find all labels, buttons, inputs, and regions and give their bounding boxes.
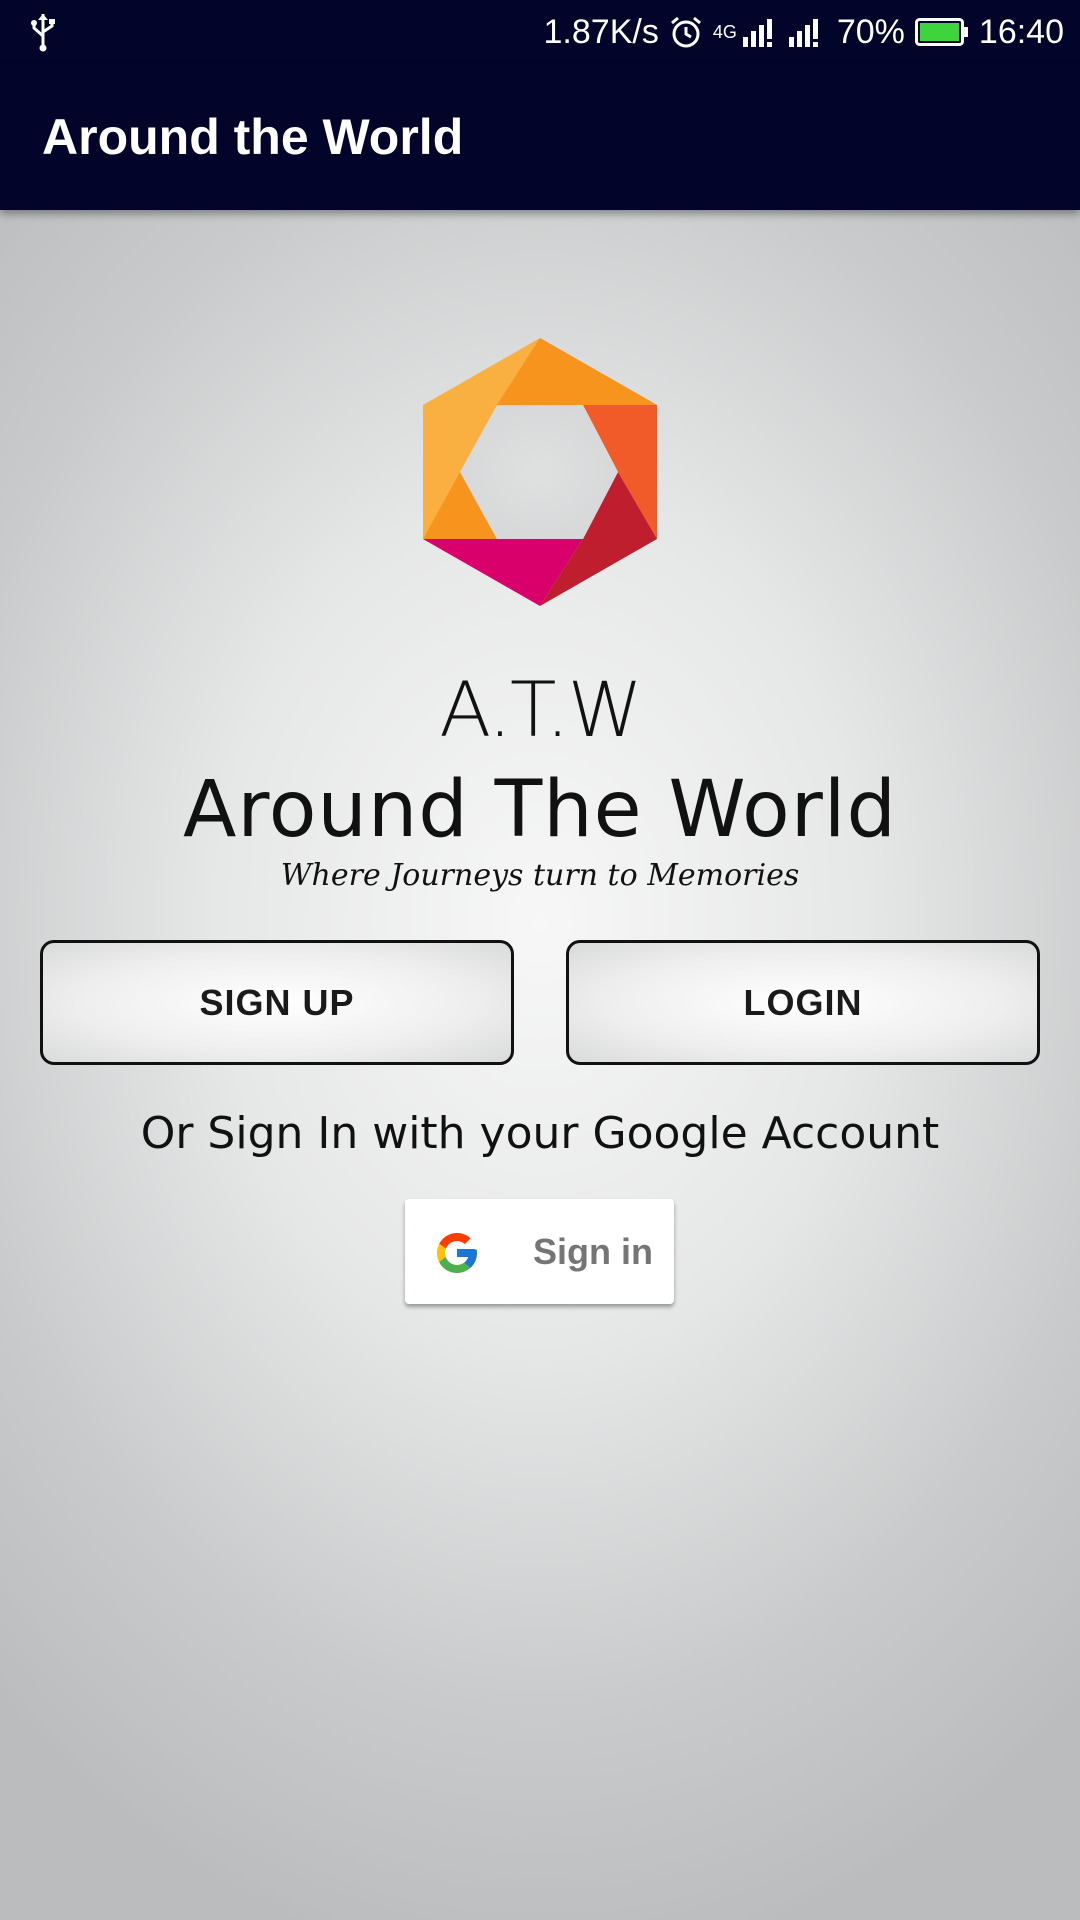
signal-icon <box>788 19 818 47</box>
battery-percent: 70% <box>836 12 905 51</box>
app-bar: Around the World <box>0 64 1080 210</box>
status-bar: 1.87K/s 4G 70% 16:40 <box>0 0 1080 64</box>
app-abbreviation: A.T.W <box>439 665 643 754</box>
status-right: 1.87K/s 4G 70% 16:40 <box>544 0 1064 64</box>
usb-icon <box>31 14 55 52</box>
clock: 16:40 <box>978 12 1064 51</box>
google-sign-in-button[interactable]: Sign in <box>405 1199 674 1304</box>
login-button[interactable]: LOGIN <box>566 940 1040 1065</box>
page-title: Around the World <box>42 109 464 165</box>
sign-up-button[interactable]: SIGN UP <box>40 940 514 1065</box>
network-type: 4G <box>712 21 737 42</box>
app-name: Around The World <box>182 765 897 855</box>
google-icon <box>437 1233 477 1273</box>
battery-icon <box>914 18 968 46</box>
google-signin-prompt: Or Sign In with your Google Account <box>140 1108 940 1159</box>
app-tagline: Where Journeys turn to Memories <box>280 858 800 893</box>
alarm-icon <box>670 16 701 48</box>
google-sign-in-label: Sign in <box>533 1231 653 1272</box>
app-logo <box>423 338 657 606</box>
signal-icon <box>742 19 772 47</box>
net-speed: 1.87K/s <box>543 12 659 51</box>
